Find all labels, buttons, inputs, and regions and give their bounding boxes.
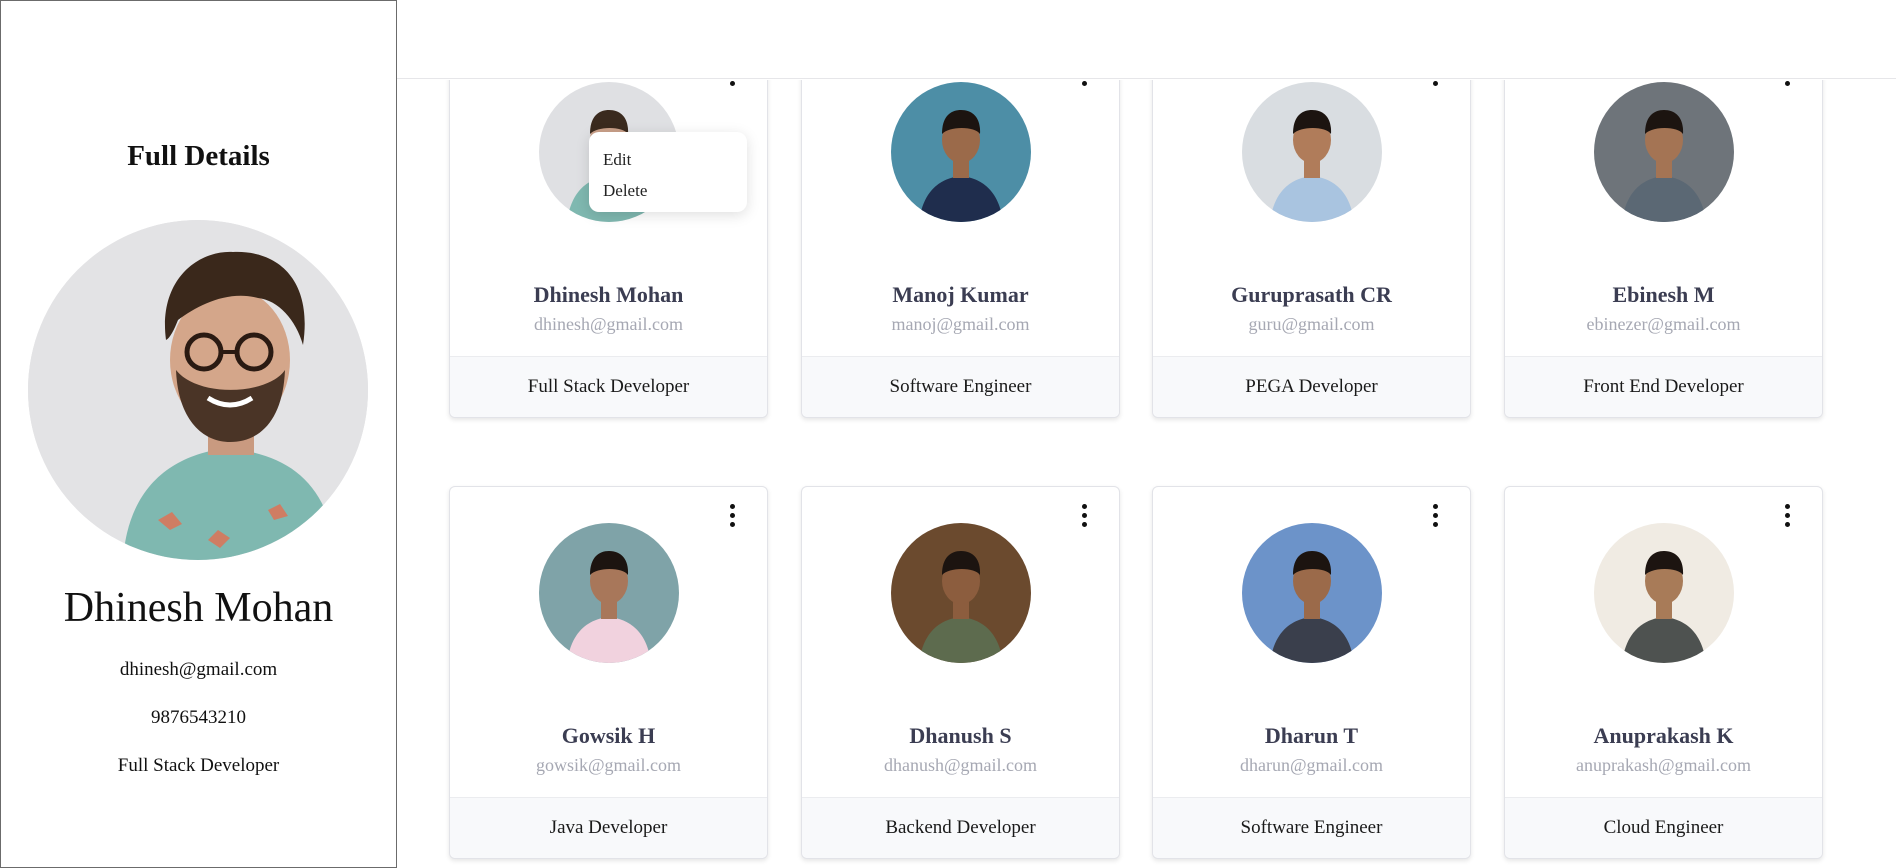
card-role: Cloud Engineer xyxy=(1505,797,1822,858)
detail-phone: 9876543210 xyxy=(151,707,246,728)
person-photo-icon xyxy=(1594,82,1734,222)
card-name: Anuprakash K xyxy=(1593,723,1734,748)
employee-card[interactable]: Ebinesh M ebinezer@gmail.com Front End Dev… xyxy=(1504,80,1823,418)
delete-menu-item[interactable]: Delete xyxy=(603,175,747,206)
more-options-icon[interactable] xyxy=(1777,501,1797,529)
avatar xyxy=(1242,523,1382,663)
avatar xyxy=(891,82,1031,222)
card-email: dhanush@gmail.com xyxy=(883,755,1038,775)
person-photo-icon xyxy=(1242,523,1382,663)
person-photo-icon xyxy=(539,523,679,663)
card-role: Backend Developer xyxy=(802,797,1119,858)
avatar xyxy=(1594,523,1734,663)
more-options-icon[interactable] xyxy=(1425,501,1445,529)
detail-avatar xyxy=(28,220,368,560)
card-context-menu: Edit Delete xyxy=(589,132,747,212)
employee-card[interactable]: Guruprasath CR guru@gmail.com PEGA Develop… xyxy=(1152,80,1471,418)
avatar xyxy=(1242,82,1382,222)
detail-name: Dhinesh Mohan xyxy=(63,585,334,631)
card-name: Guruprasath CR xyxy=(1231,282,1392,307)
avatar xyxy=(891,523,1031,663)
more-options-icon[interactable] xyxy=(722,501,742,529)
more-options-icon[interactable] xyxy=(722,80,742,88)
employee-card[interactable]: Dharun T dharun@gmail.com Software Enginee… xyxy=(1152,486,1471,859)
avatar xyxy=(1594,82,1734,222)
card-email: gowsik@gmail.com xyxy=(535,755,682,775)
card-role: PEGA Developer xyxy=(1153,356,1470,417)
card-email: manoj@gmail.com xyxy=(891,314,1030,334)
employee-card[interactable]: Manoj Kumar manoj@gmail.com Software Engin… xyxy=(801,80,1120,418)
card-name: Ebinesh M xyxy=(1612,282,1715,307)
person-photo-icon xyxy=(28,220,368,560)
card-email: dharun@gmail.com xyxy=(1239,755,1384,775)
more-options-icon[interactable] xyxy=(1425,80,1445,88)
card-name: Manoj Kumar xyxy=(892,282,1029,307)
top-bar xyxy=(397,0,1896,79)
card-role: Software Engineer xyxy=(1153,797,1470,858)
card-name: Gowsik H xyxy=(561,723,656,748)
card-name: Dharun T xyxy=(1264,723,1359,748)
card-email: anuprakash@gmail.com xyxy=(1575,755,1752,775)
detail-panel: Full Details Dhinesh Mohan dhinesh@gmail… xyxy=(0,0,397,868)
detail-title: Full Details xyxy=(127,140,270,172)
detail-role: Full Stack Developer xyxy=(117,755,280,776)
employee-card[interactable]: Anuprakash K anuprakash@gmail.com Cloud En… xyxy=(1504,486,1823,859)
person-photo-icon xyxy=(1594,523,1734,663)
employee-card[interactable]: Dhanush S dhanush@gmail.com Backend Develo… xyxy=(801,486,1120,859)
card-role: Java Developer xyxy=(450,797,767,858)
more-options-icon[interactable] xyxy=(1777,80,1797,88)
employee-card[interactable]: Dhinesh Mohan dhinesh@gmail.com Full Stack… xyxy=(449,80,768,418)
detail-email: dhinesh@gmail.com xyxy=(119,659,278,680)
avatar xyxy=(539,523,679,663)
card-name: Dhanush S xyxy=(909,723,1012,748)
more-options-icon[interactable] xyxy=(1074,80,1094,88)
card-role: Software Engineer xyxy=(802,356,1119,417)
card-email: ebinezer@gmail.com xyxy=(1586,314,1741,334)
card-role: Full Stack Developer xyxy=(450,356,767,417)
more-options-icon[interactable] xyxy=(1074,501,1094,529)
edit-menu-item[interactable]: Edit xyxy=(603,144,747,175)
card-role: Front End Developer xyxy=(1505,356,1822,417)
person-photo-icon xyxy=(891,82,1031,222)
card-name: Dhinesh Mohan xyxy=(533,282,684,307)
card-email: guru@gmail.com xyxy=(1248,314,1375,334)
card-email: dhinesh@gmail.com xyxy=(533,314,684,334)
person-photo-icon xyxy=(1242,82,1382,222)
employee-card[interactable]: Gowsik H gowsik@gmail.com Java Developer xyxy=(449,486,768,859)
person-photo-icon xyxy=(891,523,1031,663)
